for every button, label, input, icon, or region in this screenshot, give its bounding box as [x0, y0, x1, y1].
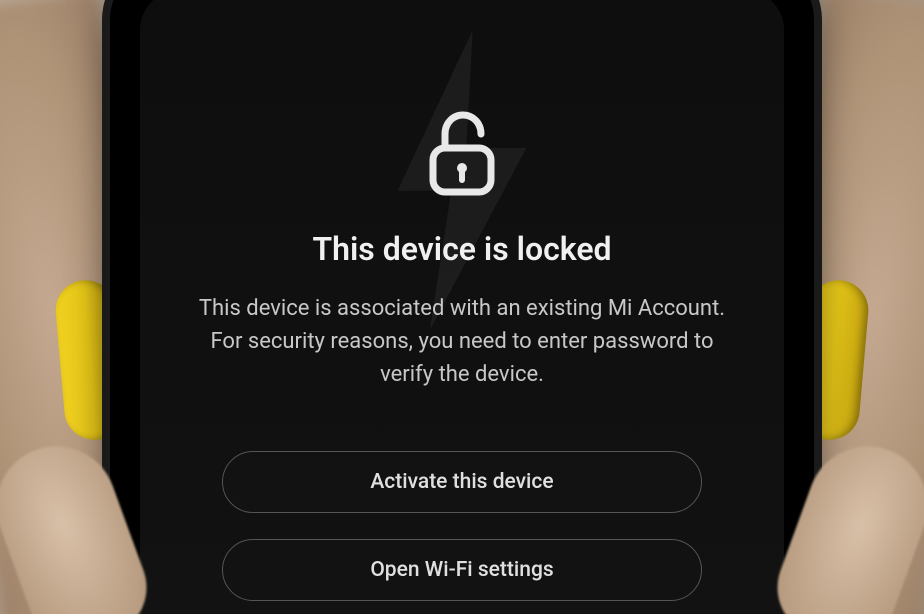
- lock-title: This device is locked: [312, 230, 611, 268]
- phone-body: This device is locked This device is ass…: [110, 0, 814, 614]
- activate-device-label: Activate this device: [370, 470, 553, 494]
- phone-screen: This device is locked This device is ass…: [140, 0, 784, 614]
- open-wifi-settings-button[interactable]: Open Wi-Fi settings: [222, 539, 702, 601]
- activate-device-button[interactable]: Activate this device: [222, 451, 702, 513]
- unlock-icon: [423, 110, 501, 202]
- open-wifi-settings-label: Open Wi-Fi settings: [370, 558, 553, 582]
- lock-description: This device is associated with an existi…: [182, 292, 742, 391]
